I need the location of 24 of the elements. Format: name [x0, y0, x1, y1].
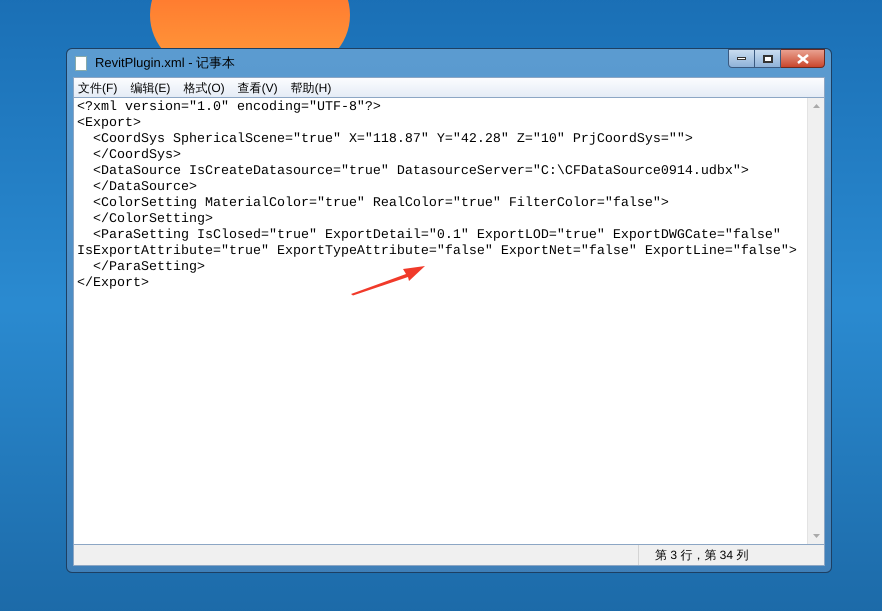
- close-icon: [796, 54, 808, 64]
- code-line: </DataSource>: [92, 180, 198, 196]
- cursor-position: 第 3 行，第 34 列: [655, 547, 748, 564]
- menu-item[interactable]: 查看(V): [238, 78, 278, 96]
- menu-item[interactable]: 编辑(E): [130, 78, 170, 96]
- code-line: <DataSource IsCreateDatasource="true" DatasourceServer="C:\CFDataSource0914.udbx">: [92, 164, 750, 180]
- notepad-icon: [75, 56, 87, 70]
- menu-item[interactable]: 帮助(H): [290, 78, 332, 96]
- code-line: <Export>: [77, 116, 142, 132]
- code-line: <ParaSetting IsClosed="true" ExportDetail="0.1" ExportLOD="true" ExportDWGCate="false": [92, 228, 782, 244]
- menu-item[interactable]: 格式(O): [183, 78, 225, 96]
- maximize-button[interactable]: [755, 49, 781, 68]
- window-title: RevitPlugin.xml - 记事本: [95, 54, 236, 72]
- menu-item[interactable]: 文件(F): [78, 78, 118, 96]
- code-line: <ColorSetting MaterialColor="true" RealColor="true" FilterColor="false">: [92, 196, 670, 212]
- code-line: <?xml version="1.0" encoding="UTF-8"?>: [77, 100, 382, 116]
- close-button[interactable]: [781, 49, 825, 68]
- code-line: </Export>: [77, 276, 150, 292]
- minimize-button[interactable]: [728, 49, 755, 68]
- code-line: </CoordSys>: [92, 148, 182, 164]
- code-line: <CoordSys SphericalScene="true" X="118.87" Y="42.28" Z="10" PrjCoordSys="">: [92, 132, 694, 148]
- code-line: </ParaSetting>: [92, 260, 206, 276]
- code-line: IsExportAttribute="true" ExportTypeAttribute="false" ExportNet="false" ExportLine="false">: [77, 244, 798, 260]
- code-line: </ColorSetting>: [92, 212, 214, 228]
